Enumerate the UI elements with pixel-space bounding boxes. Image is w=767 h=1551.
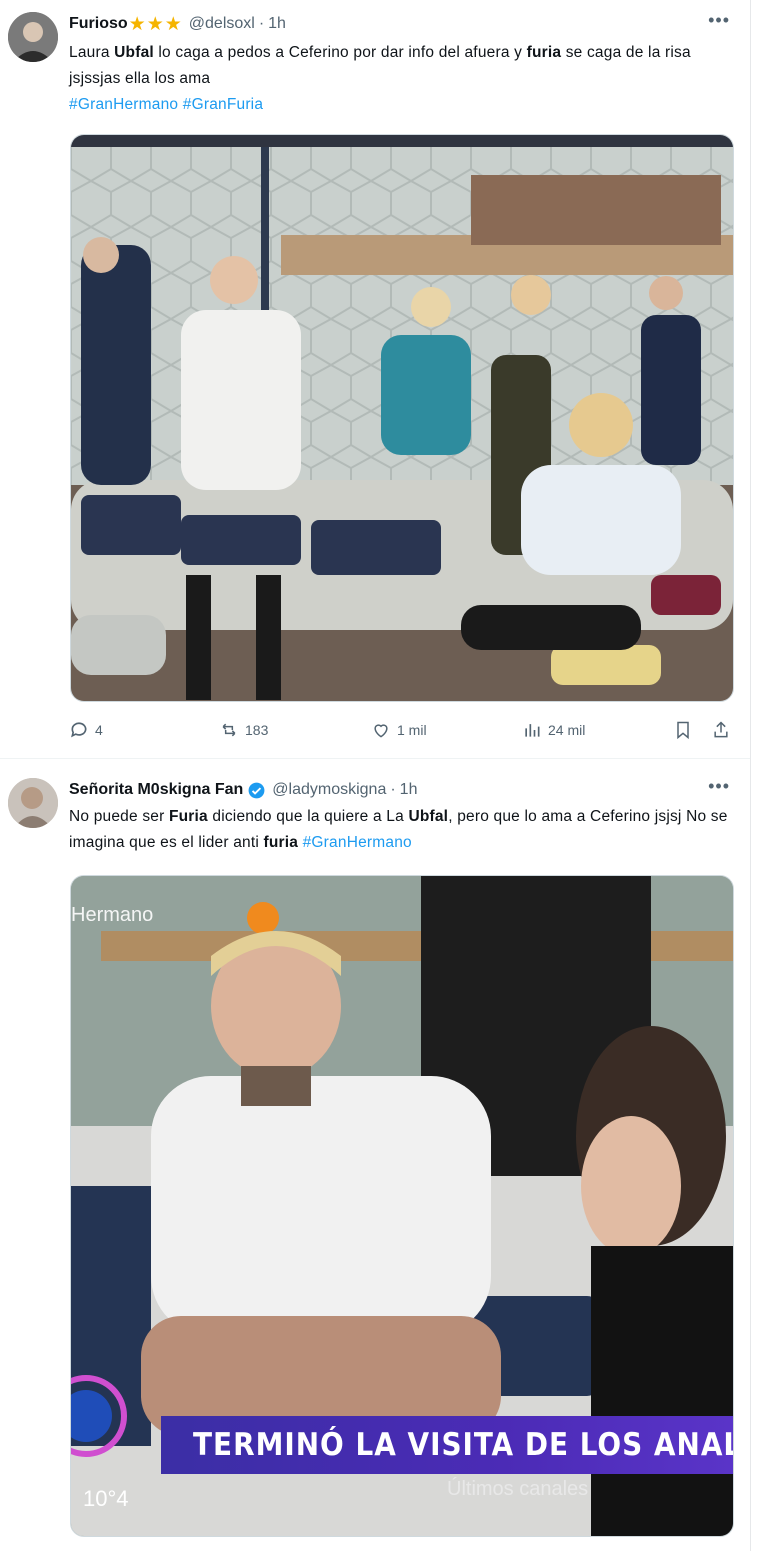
reply-count: 4 bbox=[95, 722, 103, 738]
tweet-actions: 4 183 1 mil 24 mil bbox=[69, 716, 737, 748]
bookmark-button[interactable] bbox=[673, 720, 693, 740]
tweet-text: Laura Ubfal lo caga a pedos a Ceferino p… bbox=[69, 44, 691, 113]
more-options-icon[interactable]: ••• bbox=[708, 10, 730, 31]
tweet-divider bbox=[0, 758, 750, 759]
tweet[interactable]: Señorita M0skigna Fan @ladymoskigna · 1h… bbox=[0, 768, 750, 1551]
channel-watermark: Hermano bbox=[71, 904, 154, 926]
tweet-video[interactable]: Hermano TERMINÓ LA VISITA DE LOS ANALIST… bbox=[70, 875, 734, 1537]
heart-icon bbox=[374, 724, 388, 738]
timeline-border bbox=[750, 0, 751, 1551]
views-chart-icon bbox=[525, 724, 540, 737]
retweet-count: 183 bbox=[245, 722, 269, 738]
more-options-icon[interactable]: ••• bbox=[708, 776, 730, 797]
share-icon bbox=[714, 721, 728, 738]
timestamp[interactable]: 1h bbox=[268, 15, 286, 33]
like-button[interactable]: 1 mil bbox=[371, 720, 427, 740]
photo-living-room bbox=[71, 135, 733, 701]
tweet-photo[interactable] bbox=[70, 134, 734, 702]
news-lower-third: TERMINÓ LA VISITA DE LOS ANALISTAS: LA bbox=[161, 1416, 733, 1474]
author-handle[interactable]: @delsoxl bbox=[189, 15, 255, 33]
like-count: 1 mil bbox=[397, 722, 427, 738]
tweet[interactable]: Furioso ★★★ @delsoxl · 1h ••• Laura Ubfa… bbox=[0, 0, 750, 760]
reply-button[interactable]: 4 bbox=[69, 720, 103, 740]
retweet-button[interactable]: 183 bbox=[219, 720, 268, 740]
hashtag-link[interactable]: #GranHermano bbox=[303, 834, 412, 851]
verified-badge-icon bbox=[248, 782, 265, 798]
tweet-header: Señorita M0skigna Fan @ladymoskigna · 1h bbox=[69, 781, 418, 799]
tv-clock: 10°4 bbox=[83, 1486, 129, 1511]
retweet-icon bbox=[222, 723, 236, 737]
share-button[interactable] bbox=[711, 720, 731, 740]
hashtag-link[interactable]: #GranFuria bbox=[183, 96, 263, 113]
author-name[interactable]: Furioso bbox=[69, 15, 128, 33]
avatar[interactable] bbox=[8, 778, 58, 828]
avatar[interactable] bbox=[8, 12, 58, 62]
star-badge-icon: ★★★ bbox=[128, 13, 183, 35]
tweet-text: No puede ser Furia diciendo que la quier… bbox=[69, 808, 728, 851]
bookmark-icon bbox=[677, 721, 689, 740]
views-button[interactable]: 24 mil bbox=[522, 720, 585, 740]
views-count: 24 mil bbox=[548, 722, 586, 738]
ticker-text: Últimos canales bbox=[447, 1478, 589, 1500]
timestamp[interactable]: 1h bbox=[400, 781, 418, 799]
author-handle[interactable]: @ladymoskigna bbox=[272, 781, 386, 799]
hashtag-link[interactable]: #GranHermano bbox=[69, 96, 178, 113]
author-name[interactable]: Señorita M0skigna Fan bbox=[69, 781, 243, 799]
reply-icon bbox=[71, 722, 87, 738]
tweet-header: Furioso ★★★ @delsoxl · 1h bbox=[69, 13, 286, 35]
